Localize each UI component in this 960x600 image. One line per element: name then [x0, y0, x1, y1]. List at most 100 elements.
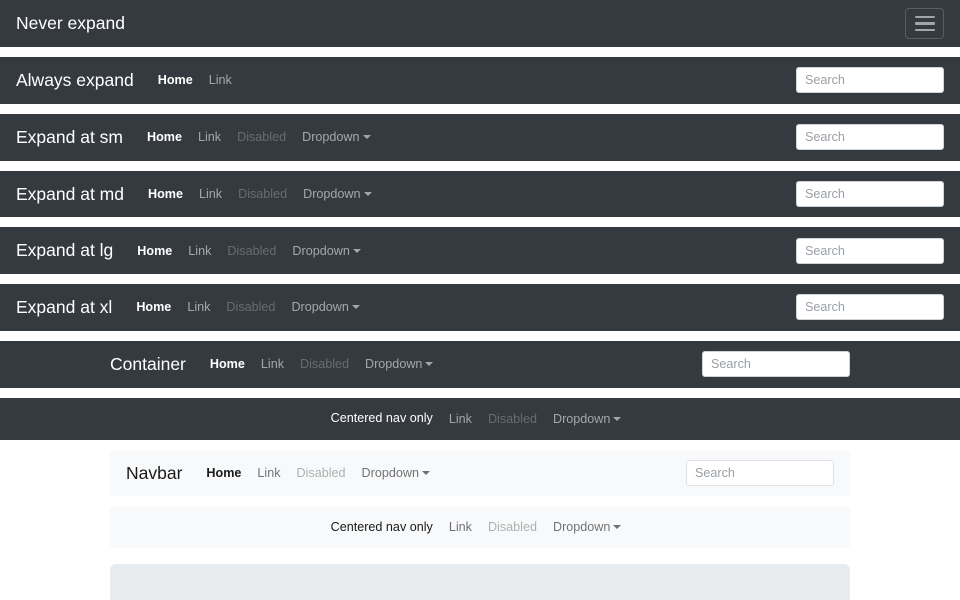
navbar-inner-centered-dark: Centered nav only LinkDisabledDropdown — [16, 406, 944, 432]
navbar-inner-expand-at-xl: Expand at xl HomeLinkDisabledDropdown — [16, 292, 944, 323]
navbar-examples-page: Never expandAlways expandHomeLinkExpand … — [0, 0, 960, 600]
hamburger-bar — [915, 29, 935, 32]
search-input-expand-at-lg[interactable] — [796, 238, 944, 264]
nav-link-dropdown[interactable]: Dropdown — [295, 181, 379, 207]
nav-link-link[interactable]: Link — [253, 351, 292, 377]
chevron-down-icon — [422, 471, 430, 475]
navbar-brand-expand-at-lg[interactable]: Expand at lg — [16, 235, 113, 266]
navbar-brand-centered-dark[interactable]: Centered nav only — [331, 406, 433, 430]
search-input-expand-at-md[interactable] — [796, 181, 944, 207]
nav-item: Dropdown — [283, 294, 367, 320]
navbar-centered-dark: Centered nav only LinkDisabledDropdown — [0, 398, 960, 440]
nav-link-link[interactable]: Link — [441, 514, 480, 540]
nav-item: Dropdown — [295, 181, 379, 207]
nav-item: Home — [129, 238, 180, 264]
nav-link-home[interactable]: Home — [150, 67, 201, 93]
nav-item: Link — [191, 181, 230, 207]
navbar-nav-always-expand: HomeLink — [150, 67, 240, 93]
navbar-inner-centered-light: Centered nav only LinkDisabledDropdown — [126, 514, 834, 540]
nav-item: Disabled — [480, 406, 545, 432]
navbar-brand-centered-light[interactable]: Centered nav only — [331, 515, 433, 539]
search-input-container[interactable] — [702, 351, 850, 377]
navbar-always-expand: Always expand HomeLink — [0, 57, 960, 104]
nav-link-disabled: Disabled — [230, 181, 295, 207]
navbar-expand-at-xl: Expand at xl HomeLinkDisabledDropdown — [0, 284, 960, 331]
chevron-down-icon — [364, 192, 372, 196]
navbar-expand-at-md: Expand at md HomeLinkDisabledDropdown — [0, 171, 960, 218]
navbar-inner-expand-at-md: Expand at md HomeLinkDisabledDropdown — [16, 179, 944, 210]
navbar-brand-always-expand[interactable]: Always expand — [16, 65, 134, 96]
nav-item: Link — [180, 238, 219, 264]
search-input-expand-at-sm[interactable] — [796, 124, 944, 150]
nav-link-link[interactable]: Link — [190, 124, 229, 150]
nav-link-link[interactable]: Link — [249, 460, 288, 486]
nav-link-dropdown[interactable]: Dropdown — [357, 351, 441, 377]
nav-link-link[interactable]: Link — [441, 406, 480, 432]
navbar-container: Container HomeLinkDisabledDropdown — [0, 341, 960, 388]
navbar-brand-never-expand[interactable]: Never expand — [16, 8, 125, 39]
nav-item: Link — [441, 514, 480, 540]
navbar-inner-always-expand: Always expand HomeLink — [16, 65, 944, 96]
hamburger-bar — [915, 22, 935, 25]
nav-link-home[interactable]: Home — [139, 124, 190, 150]
navbar-gap — [0, 161, 960, 171]
navbar-brand-container[interactable]: Container — [110, 349, 186, 380]
nav-link-dropdown[interactable]: Dropdown — [354, 460, 438, 486]
navbar-expand-at-lg: Expand at lg HomeLinkDisabledDropdown — [0, 227, 960, 274]
chevron-down-icon — [363, 135, 371, 139]
nav-link-home[interactable]: Home — [202, 351, 253, 377]
navbar-gap — [0, 274, 960, 284]
navbar-brand-expand-at-xl[interactable]: Expand at xl — [16, 292, 112, 323]
navbar-nav-container: HomeLinkDisabledDropdown — [202, 351, 442, 377]
nav-link-home[interactable]: Home — [128, 294, 179, 320]
nav-link-link[interactable]: Link — [179, 294, 218, 320]
nav-link-link[interactable]: Link — [201, 67, 240, 93]
nav-item: Home — [150, 67, 201, 93]
hamburger-menu-icon[interactable] — [905, 8, 944, 39]
nav-link-dropdown[interactable]: Dropdown — [284, 238, 368, 264]
navbar-inner-navbar-light: Navbar HomeLinkDisabledDropdown — [126, 458, 834, 489]
navbar-nav-centered-light: LinkDisabledDropdown — [441, 514, 630, 540]
navbar-nav-centered-dark: LinkDisabledDropdown — [441, 406, 630, 432]
nav-item: Link — [249, 460, 288, 486]
navbar-gap — [0, 331, 960, 341]
navbar-gap — [0, 388, 960, 398]
chevron-down-icon — [425, 362, 433, 366]
nav-link-link[interactable]: Link — [180, 238, 219, 264]
nav-item: Disabled — [230, 181, 295, 207]
navbar-brand-expand-at-sm[interactable]: Expand at sm — [16, 122, 123, 153]
navbar-nav-navbar-light: HomeLinkDisabledDropdown — [198, 460, 438, 486]
nav-item: Dropdown — [294, 124, 378, 150]
navbar-inner-container: Container HomeLinkDisabledDropdown — [110, 349, 850, 380]
chevron-down-icon — [353, 249, 361, 253]
chevron-down-icon — [613, 525, 621, 529]
nav-link-dropdown[interactable]: Dropdown — [283, 294, 367, 320]
search-input-always-expand[interactable] — [796, 67, 944, 93]
nav-item: Link — [253, 351, 292, 377]
nav-link-dropdown[interactable]: Dropdown — [545, 406, 629, 432]
nav-link-link[interactable]: Link — [191, 181, 230, 207]
nav-link-dropdown[interactable]: Dropdown — [294, 124, 378, 150]
search-input-navbar-light[interactable] — [686, 460, 834, 486]
nav-link-disabled: Disabled — [219, 238, 284, 264]
nav-link-disabled: Disabled — [229, 124, 294, 150]
navbar-brand-expand-at-md[interactable]: Expand at md — [16, 179, 124, 210]
navbar-expand-at-sm: Expand at sm HomeLinkDisabledDropdown — [0, 114, 960, 161]
navbar-gap — [0, 440, 960, 450]
nav-link-dropdown[interactable]: Dropdown — [545, 514, 629, 540]
navbar-inner-never-expand: Never expand — [16, 8, 944, 39]
nav-link-home[interactable]: Home — [129, 238, 180, 264]
nav-item: Link — [201, 67, 240, 93]
navbar-inner-expand-at-lg: Expand at lg HomeLinkDisabledDropdown — [16, 235, 944, 266]
nav-item: Link — [190, 124, 229, 150]
nav-link-disabled: Disabled — [480, 406, 545, 432]
hamburger-bar — [915, 16, 935, 19]
search-input-expand-at-xl[interactable] — [796, 294, 944, 320]
nav-link-home[interactable]: Home — [198, 460, 249, 486]
navbar-brand-navbar-light[interactable]: Navbar — [126, 458, 182, 489]
nav-link-home[interactable]: Home — [140, 181, 191, 207]
nav-item: Disabled — [218, 294, 283, 320]
navbar-gap — [0, 496, 960, 506]
nav-item: Home — [140, 181, 191, 207]
nav-item: Disabled — [229, 124, 294, 150]
